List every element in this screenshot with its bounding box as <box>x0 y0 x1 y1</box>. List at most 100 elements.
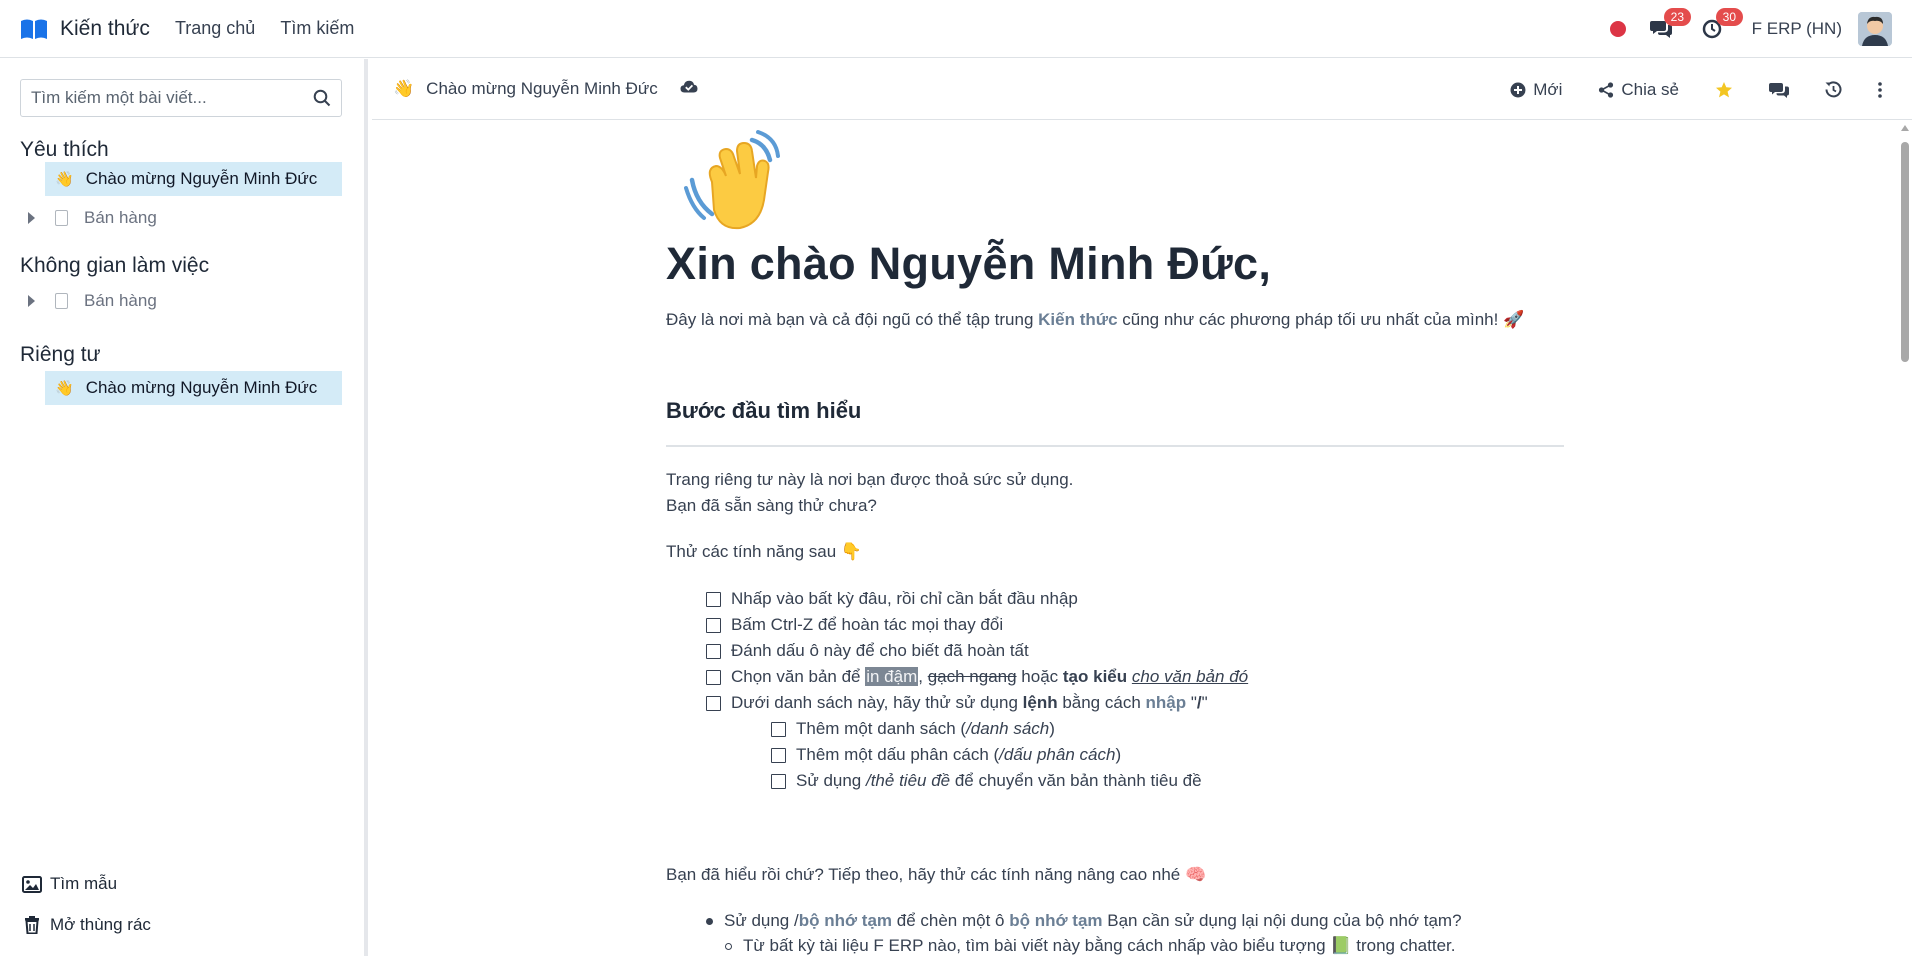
document-icon <box>55 210 68 226</box>
intro-line-1[interactable]: Trang riêng tư này là nơi bạn được thoả … <box>666 470 1073 490</box>
activities-button[interactable]: 30 <box>1702 8 1743 39</box>
content-scrollbar[interactable] <box>1898 120 1912 956</box>
app-title[interactable]: Kiến thức <box>60 17 150 41</box>
todo-label: Dưới danh sách này, hãy thử sử dụng lệnh… <box>731 693 1208 712</box>
article-search[interactable] <box>20 79 342 117</box>
company-switcher[interactable]: F ERP (HN) <box>1752 19 1842 39</box>
new-label: Mới <box>1533 79 1563 99</box>
wave-icon: 👋 <box>55 171 74 188</box>
todo-checkbox[interactable] <box>771 773 786 789</box>
article-wave-icon[interactable] <box>682 128 792 243</box>
bold-text: tạo kiểu <box>1062 667 1128 686</box>
todo-checkbox[interactable] <box>771 747 786 763</box>
bullet-dot <box>706 917 713 925</box>
comments-icon <box>1769 82 1789 98</box>
trash-icon <box>25 916 39 934</box>
document-icon <box>55 293 68 309</box>
workspace-title: Không gian làm việc <box>20 254 210 277</box>
lead-text: Đây là nơi mà bạn và cả đội ngũ có thể t… <box>666 310 1039 329</box>
lead-text-end: cũng như các phương pháp tối ưu nhất của… <box>1117 310 1525 329</box>
todo-checkbox[interactable] <box>706 591 721 607</box>
list-item[interactable]: Sử dụng /bộ nhớ tạm để chèn một ô bộ nhớ… <box>706 911 1462 931</box>
history-button[interactable] <box>1825 81 1842 98</box>
article-lead[interactable]: Đây là nơi mà bạn và cả đội ngũ có thể t… <box>666 310 1524 330</box>
intro-line-2[interactable]: Bạn đã sẵn sàng thử chưa? <box>666 496 877 516</box>
todo-label: Sử dụng /thẻ tiêu đề để chuyển văn bản t… <box>796 771 1202 790</box>
list-subitem[interactable]: Từ bất kỳ tài liệu F ERP nào, tìm bài vi… <box>725 936 1455 956</box>
todo-subitem[interactable]: Thêm một dấu phân cách (/dấu phân cách) <box>771 745 1121 765</box>
share-button[interactable]: Chia sẻ <box>1598 80 1679 100</box>
app-home[interactable]: Kiến thức <box>0 17 150 41</box>
todo-label: Thêm một danh sách (/danh sách) <box>796 719 1055 738</box>
todo-item[interactable]: Chọn văn bản để in đậm, gạch ngang hoặc … <box>706 667 1248 687</box>
sidebar-item-sales-favorite[interactable]: Bán hàng <box>45 201 342 235</box>
todo-subitem[interactable]: Thêm một danh sách (/danh sách) <box>771 719 1055 739</box>
todo-label: Chọn văn bản để in đậm, gạch ngang hoặc … <box>731 667 1249 686</box>
private-title: Riêng tư <box>20 343 101 366</box>
article-heading[interactable]: Xin chào Nguyễn Minh Đức, <box>666 238 1271 290</box>
lead-bold-text: Kiến thức <box>1038 310 1118 329</box>
article-header: 👋 Chào mừng Nguyễn Minh Đức Mới Chia sẻ <box>372 59 1912 120</box>
messages-badge: 23 <box>1663 8 1691 26</box>
sidebar-item-label: Bán hàng <box>84 291 157 310</box>
todo-item[interactable]: Bấm Ctrl-Z để hoàn tác mọi thay đổi <box>706 615 1003 635</box>
todo-checkbox[interactable] <box>771 721 786 737</box>
todo-item[interactable]: Đánh dấu ô này để cho biết đã hoàn tất <box>706 641 1029 661</box>
expand-caret-icon[interactable] <box>28 212 35 224</box>
menu-home[interactable]: Trang chủ <box>175 18 255 39</box>
todo-item[interactable]: Nhấp vào bất kỳ đâu, rồi chỉ cần bắt đầu… <box>706 589 1078 609</box>
recording-indicator[interactable] <box>1609 21 1626 37</box>
more-options-button[interactable] <box>1878 81 1882 98</box>
chatter-toggle[interactable] <box>1769 82 1789 98</box>
menu-search[interactable]: Tìm kiếm <box>280 18 354 39</box>
todo-checkbox[interactable] <box>706 617 721 633</box>
kebab-menu-icon <box>1878 81 1882 98</box>
new-article-button[interactable]: Mới <box>1510 80 1562 100</box>
book-icon <box>21 19 47 39</box>
todo-label: Nhấp vào bất kỳ đâu, rồi chỉ cần bắt đầu… <box>731 589 1078 608</box>
share-icon <box>1599 81 1614 98</box>
cloud-saved-icon <box>680 80 698 98</box>
templates-button[interactable]: Tìm mẫu <box>22 874 117 894</box>
todo-checkbox[interactable] <box>706 669 721 685</box>
bullet-circle <box>725 942 732 950</box>
sidebar-item-welcome-private[interactable]: 👋 Chào mừng Nguyễn Minh Đức <box>45 371 342 405</box>
sidebar-item-sales-workspace[interactable]: Bán hàng <box>45 284 342 318</box>
todo-item[interactable]: Dưới danh sách này, hãy thử sử dụng lệnh… <box>706 693 1208 713</box>
highlighted-text: in đậm <box>865 667 919 686</box>
plus-circle-icon <box>1510 82 1526 97</box>
messages-button[interactable]: 23 <box>1649 8 1691 39</box>
wave-icon: 👋 <box>393 79 415 98</box>
wave-icon: 👋 <box>55 380 74 397</box>
try-features-label[interactable]: Thử các tính năng sau 👇 <box>666 542 862 562</box>
trash-button[interactable]: Mở thùng rác <box>22 915 151 935</box>
image-icon <box>22 875 42 893</box>
section-heading[interactable]: Bước đầu tìm hiểu <box>666 398 861 424</box>
search-input[interactable] <box>31 88 313 108</box>
star-icon <box>1716 81 1732 97</box>
sidebar-item-welcome-favorite[interactable]: 👋 Chào mừng Nguyễn Minh Đức <box>45 162 342 196</box>
search-icon[interactable] <box>313 89 331 107</box>
scroll-thumb[interactable] <box>1901 142 1909 362</box>
sidebar-item-label: Chào mừng Nguyễn Minh Đức <box>85 378 318 397</box>
todo-checkbox[interactable] <box>706 643 721 659</box>
article-body[interactable]: Xin chào Nguyễn Minh Đức, Đây là nơi mà … <box>372 120 1898 956</box>
sidebar-item-label: Bán hàng <box>84 208 157 227</box>
sidebar-item-label: Chào mừng Nguyễn Minh Đức <box>85 169 318 188</box>
section-divider <box>666 445 1564 447</box>
keyword-text: nhập <box>1145 693 1187 712</box>
user-avatar[interactable] <box>1858 12 1892 46</box>
scroll-up-arrow-icon[interactable] <box>1901 125 1909 131</box>
avatar-image <box>1858 12 1892 46</box>
breadcrumb-title[interactable]: Chào mừng Nguyễn Minh Đức <box>426 79 658 99</box>
italic-underline-text: cho văn bản đó <box>1131 667 1249 686</box>
favorite-toggle[interactable] <box>1715 81 1733 99</box>
expand-caret-icon[interactable] <box>28 295 35 307</box>
todo-label: Thêm một dấu phân cách (/dấu phân cách) <box>796 745 1122 764</box>
todo-checkbox[interactable] <box>706 695 721 711</box>
todo-subitem[interactable]: Sử dụng /thẻ tiêu đề để chuyển văn bản t… <box>771 771 1202 791</box>
advanced-features-text[interactable]: Bạn đã hiểu rồi chứ? Tiếp theo, hãy thử … <box>666 865 1206 885</box>
history-icon <box>1825 81 1842 98</box>
favorites-title: Yêu thích <box>20 138 109 161</box>
todo-label: Đánh dấu ô này để cho biết đã hoàn tất <box>731 641 1029 660</box>
